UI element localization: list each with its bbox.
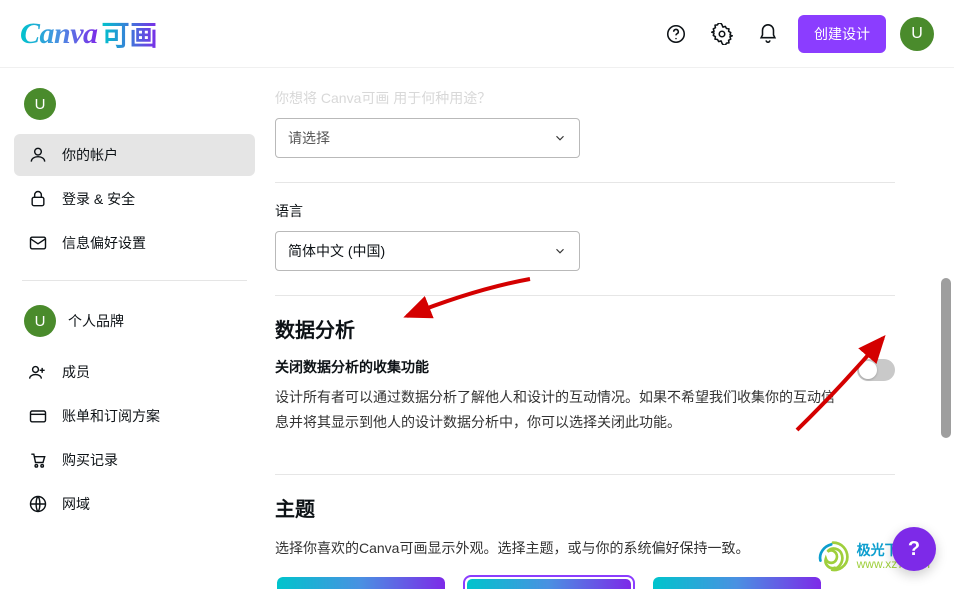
brand-avatar: U (24, 305, 56, 337)
sidebar-item-label: 网域 (62, 494, 90, 514)
theme-description: 选择你喜欢的Canva可画显示外观。选择主题，或与你的系统偏好保持一致。 (275, 536, 835, 561)
sidebar-user[interactable]: U (14, 80, 255, 134)
sidebar-item-domain[interactable]: 网域 (14, 483, 255, 525)
header-avatar[interactable]: U (900, 17, 934, 51)
analytics-section-title: 数据分析 (275, 314, 924, 343)
sidebar-username-placeholder (68, 97, 188, 111)
sidebar-avatar: U (24, 88, 56, 120)
sidebar-item-label: 你的帐户 (62, 145, 118, 165)
cart-icon (28, 450, 48, 470)
theme-option-3[interactable] (651, 575, 823, 589)
globe-icon (28, 494, 48, 514)
theme-option-1[interactable] (275, 575, 447, 589)
sidebar-item-purchases[interactable]: 购买记录 (14, 439, 255, 481)
brand-label: 个人品牌 (68, 311, 124, 331)
theme-section-title: 主题 (275, 493, 924, 522)
language-select-value: 简体中文 (中国) (288, 241, 385, 261)
sidebar-item-billing[interactable]: 账单和订阅方案 (14, 395, 255, 437)
bell-icon[interactable] (752, 18, 784, 50)
divider (275, 182, 895, 183)
chevron-down-icon (553, 244, 567, 258)
analytics-sub-title: 关闭数据分析的收集功能 (275, 357, 835, 377)
sidebar-item-label: 成员 (62, 362, 90, 382)
divider (275, 295, 895, 296)
create-design-button[interactable]: 创建设计 (798, 15, 886, 53)
sidebar-item-members[interactable]: 成员 (14, 351, 255, 393)
usage-question: 你想将 Canva可画 用于何种用途？ (275, 68, 924, 108)
gear-icon[interactable] (706, 18, 738, 50)
theme-option-2[interactable] (463, 575, 635, 589)
sidebar-divider (22, 280, 247, 281)
logo-text-main: Canva (20, 17, 98, 51)
logo[interactable]: Canva 可画 (20, 14, 158, 54)
language-label: 语言 (275, 201, 924, 221)
analytics-description: 设计所有者可以通过数据分析了解他人和设计的互动情况。如果不希望我们收集你的互动信… (275, 385, 835, 434)
usage-select-value: 请选择 (288, 128, 330, 148)
sidebar-item-label: 购买记录 (62, 450, 118, 470)
app-header: Canva 可画 创建设计 U (0, 0, 954, 68)
divider (275, 474, 895, 475)
logo-text-cn: 可画 (102, 14, 158, 54)
main-content: 你想将 Canva可画 用于何种用途？ 请选择 语言 简体中文 (中国) 数据分… (255, 68, 954, 589)
analytics-toggle[interactable] (857, 359, 895, 381)
sidebar-item-label: 信息偏好设置 (62, 233, 146, 253)
sidebar-item-label: 登录 & 安全 (62, 189, 135, 209)
user-icon (28, 145, 48, 165)
members-icon (28, 362, 48, 382)
sidebar-brand[interactable]: U 个人品牌 (14, 299, 255, 351)
mail-icon (28, 233, 48, 253)
language-select[interactable]: 简体中文 (中国) (275, 231, 580, 271)
sidebar-item-security[interactable]: 登录 & 安全 (14, 178, 255, 220)
sidebar-item-preferences[interactable]: 信息偏好设置 (14, 222, 255, 264)
help-fab-button[interactable]: ? (892, 527, 936, 571)
header-actions: 创建设计 U (660, 15, 934, 53)
watermark-logo-icon (815, 539, 851, 575)
scrollbar-thumb[interactable] (941, 278, 951, 438)
sidebar-item-label: 账单和订阅方案 (62, 406, 160, 426)
sidebar-item-account[interactable]: 你的帐户 (14, 134, 255, 176)
lock-icon (28, 189, 48, 209)
chevron-down-icon (553, 131, 567, 145)
billing-icon (28, 406, 48, 426)
theme-options (275, 575, 924, 589)
usage-select[interactable]: 请选择 (275, 118, 580, 158)
help-icon[interactable] (660, 18, 692, 50)
sidebar: U 你的帐户 登录 & 安全 信息偏好设置 U 个人品牌 (0, 68, 255, 589)
